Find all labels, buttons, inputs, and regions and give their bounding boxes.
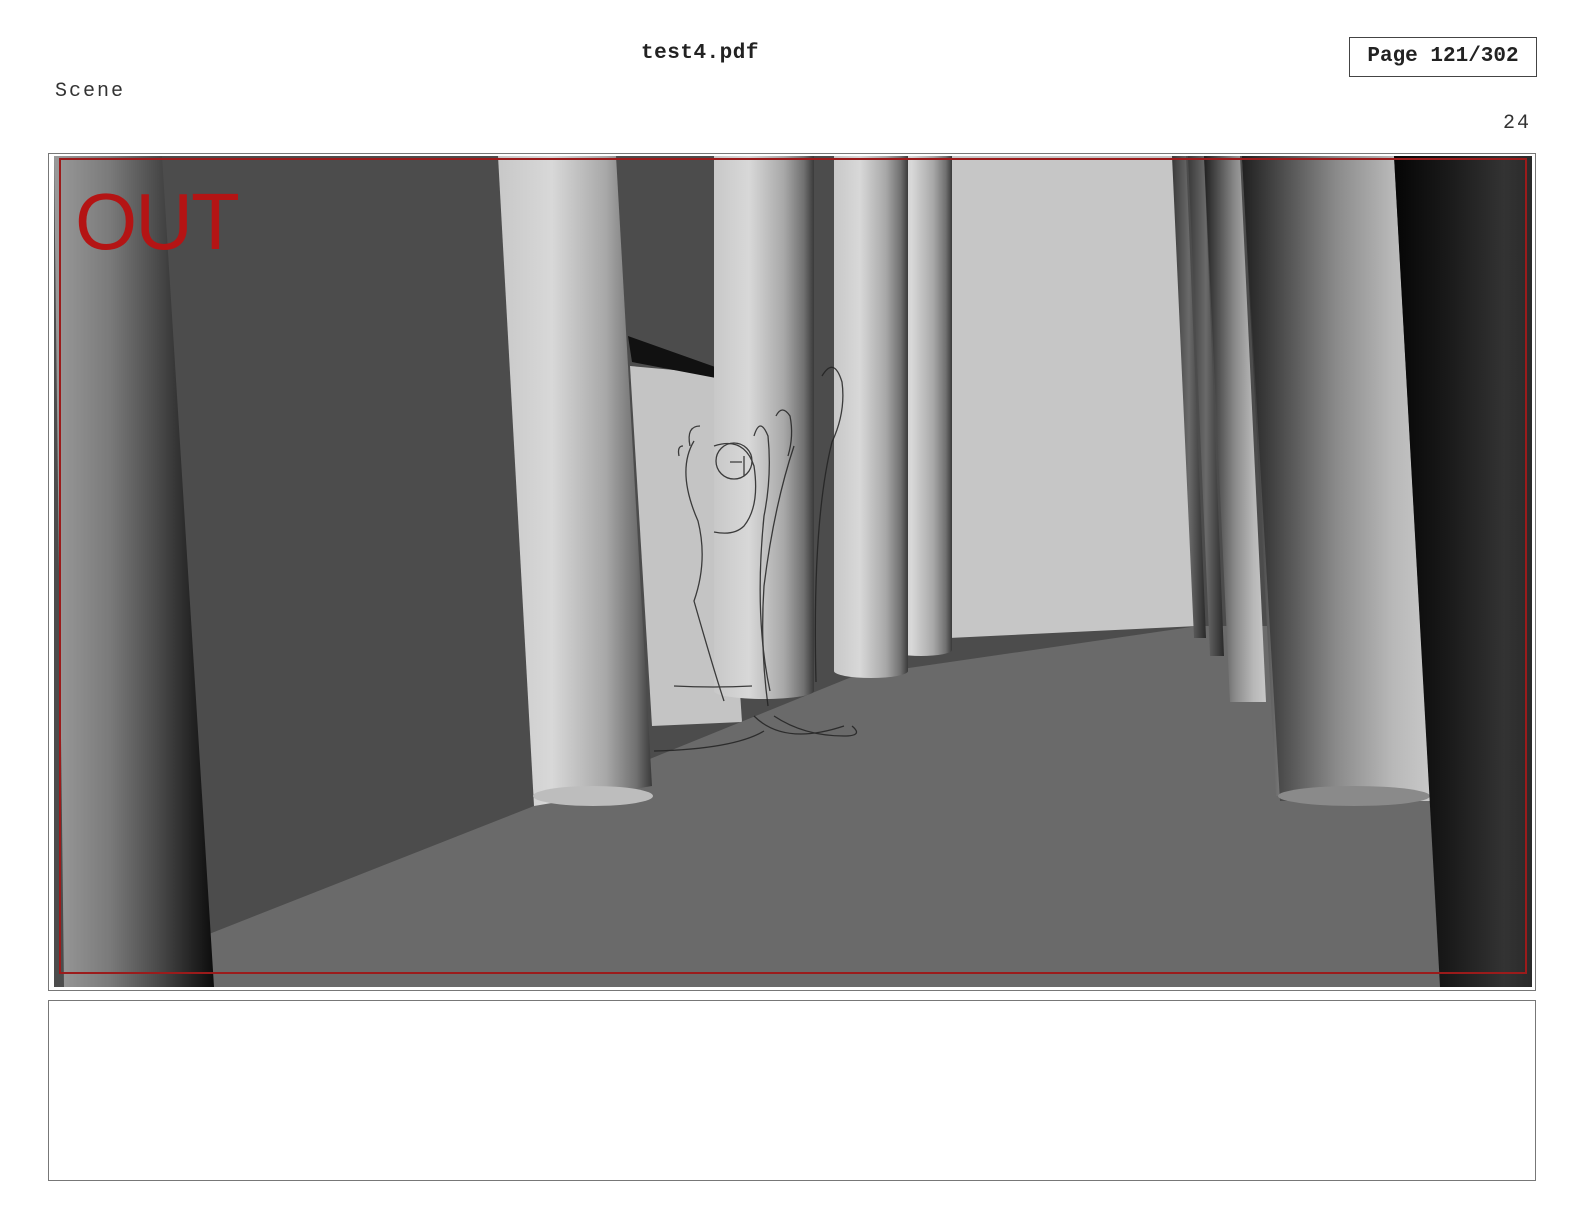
scene-drawing [54,156,1532,987]
document-title: test4.pdf [641,42,759,65]
scene-label: Scene [55,80,126,103]
panel-notes-box [48,1000,1536,1181]
page-indicator: Page 121/302 [1349,37,1537,77]
panel-overlay-label: OUT [75,177,240,266]
storyboard-panel-image [54,156,1532,987]
scene-number: 24 [1502,112,1531,135]
